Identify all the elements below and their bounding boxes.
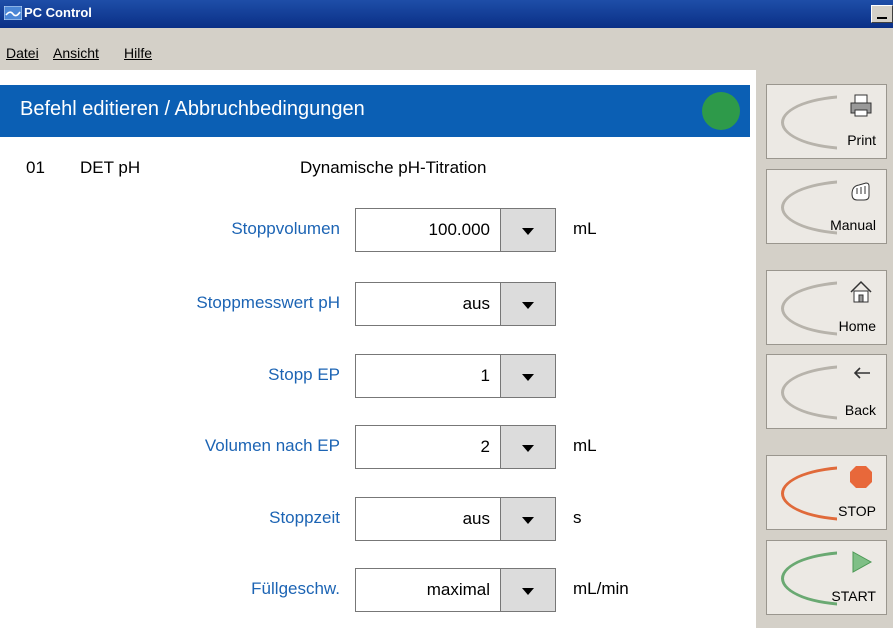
value-field[interactable]: aus xyxy=(355,497,501,541)
param-row-stopp-ep: Stopp EP 1 xyxy=(0,354,756,398)
stop-icon xyxy=(850,466,872,488)
menu-ansicht[interactable]: Ansicht xyxy=(53,45,99,61)
value-field[interactable]: 2 xyxy=(355,425,501,469)
value-text: 2 xyxy=(480,437,490,456)
panel-header: Befehl editieren / Abbruchbedingungen xyxy=(0,85,750,137)
param-row-volumen-nach-ep: Volumen nach EP 2 mL xyxy=(0,425,756,469)
status-indicator xyxy=(702,92,740,130)
main-panel: Befehl editieren / Abbruchbedingungen 01… xyxy=(0,70,756,628)
dropdown-button[interactable] xyxy=(501,208,556,252)
back-arrow-icon xyxy=(853,367,870,379)
dropdown-button[interactable] xyxy=(501,497,556,541)
value-text: maximal xyxy=(426,580,490,599)
param-row-stoppzeit: Stoppzeit aus s xyxy=(0,497,756,541)
param-row-stoppvolumen: Stoppvolumen 100.000 mL xyxy=(0,208,756,252)
value-text: 100.000 xyxy=(428,220,490,239)
caret-down-icon xyxy=(522,302,534,309)
command-number: 01 xyxy=(26,158,45,177)
menu-bar: Datei Ansicht Hilfe xyxy=(0,28,893,70)
param-label[interactable]: Stopp EP xyxy=(268,365,340,385)
print-button[interactable]: Print xyxy=(766,84,887,159)
dropdown-button[interactable] xyxy=(501,568,556,612)
play-icon xyxy=(852,551,873,573)
button-label: Back xyxy=(844,402,876,418)
param-label[interactable]: Stoppzeit xyxy=(269,508,340,528)
value-text: aus xyxy=(462,509,490,528)
caret-down-icon xyxy=(522,228,534,235)
button-label: Manual xyxy=(830,217,876,233)
caret-down-icon xyxy=(522,374,534,381)
value-field[interactable]: 1 xyxy=(355,354,501,398)
param-label[interactable]: Füllgeschw. xyxy=(251,579,340,599)
param-label[interactable]: Stoppmesswert pH xyxy=(196,293,340,313)
button-label: STOP xyxy=(838,503,876,519)
menu-hilfe[interactable]: Hilfe xyxy=(124,45,152,61)
dropdown-button[interactable] xyxy=(501,425,556,469)
app-icon xyxy=(4,6,22,20)
caret-down-icon xyxy=(522,588,534,595)
title-bar: PC Control xyxy=(0,0,893,28)
value-text: 1 xyxy=(480,366,490,385)
caret-down-icon xyxy=(522,517,534,524)
dropdown-button[interactable] xyxy=(501,282,556,326)
param-label[interactable]: Volumen nach EP xyxy=(205,436,340,456)
unit-label: mL xyxy=(573,436,597,455)
panel-title: Befehl editieren / Abbruchbedingungen xyxy=(20,98,365,120)
value-field[interactable]: aus xyxy=(355,282,501,326)
unit-label: s xyxy=(573,508,582,527)
param-row-fuellgeschw: Füllgeschw. maximal mL/min xyxy=(0,568,756,612)
param-label[interactable]: Stoppvolumen xyxy=(231,219,340,239)
minimize-button[interactable] xyxy=(871,5,893,23)
menu-datei[interactable]: Datei xyxy=(6,45,39,61)
printer-icon xyxy=(850,94,872,117)
back-button[interactable]: Back xyxy=(766,354,887,429)
home-icon xyxy=(850,280,872,303)
value-text: aus xyxy=(462,294,490,313)
hand-icon xyxy=(851,182,870,201)
button-label: Print xyxy=(847,132,876,148)
unit-label: mL xyxy=(573,219,597,238)
value-field[interactable]: 100.000 xyxy=(355,208,501,252)
home-button[interactable]: Home xyxy=(766,270,887,345)
command-name: DET pH xyxy=(80,158,141,177)
button-label: START xyxy=(831,588,876,604)
caret-down-icon xyxy=(522,445,534,452)
command-description: Dynamische pH-Titration xyxy=(300,158,487,177)
button-label: Home xyxy=(838,318,876,334)
start-button[interactable]: START xyxy=(766,540,887,615)
sidebar: Print Manual Home Back STOP START xyxy=(756,70,893,628)
manual-button[interactable]: Manual xyxy=(766,169,887,244)
stop-button[interactable]: STOP xyxy=(766,455,887,530)
unit-label: mL/min xyxy=(573,579,629,598)
param-row-stoppmesswert: Stoppmesswert pH aus xyxy=(0,282,756,326)
dropdown-button[interactable] xyxy=(501,354,556,398)
window-title: PC Control xyxy=(24,5,92,20)
value-field[interactable]: maximal xyxy=(355,568,501,612)
